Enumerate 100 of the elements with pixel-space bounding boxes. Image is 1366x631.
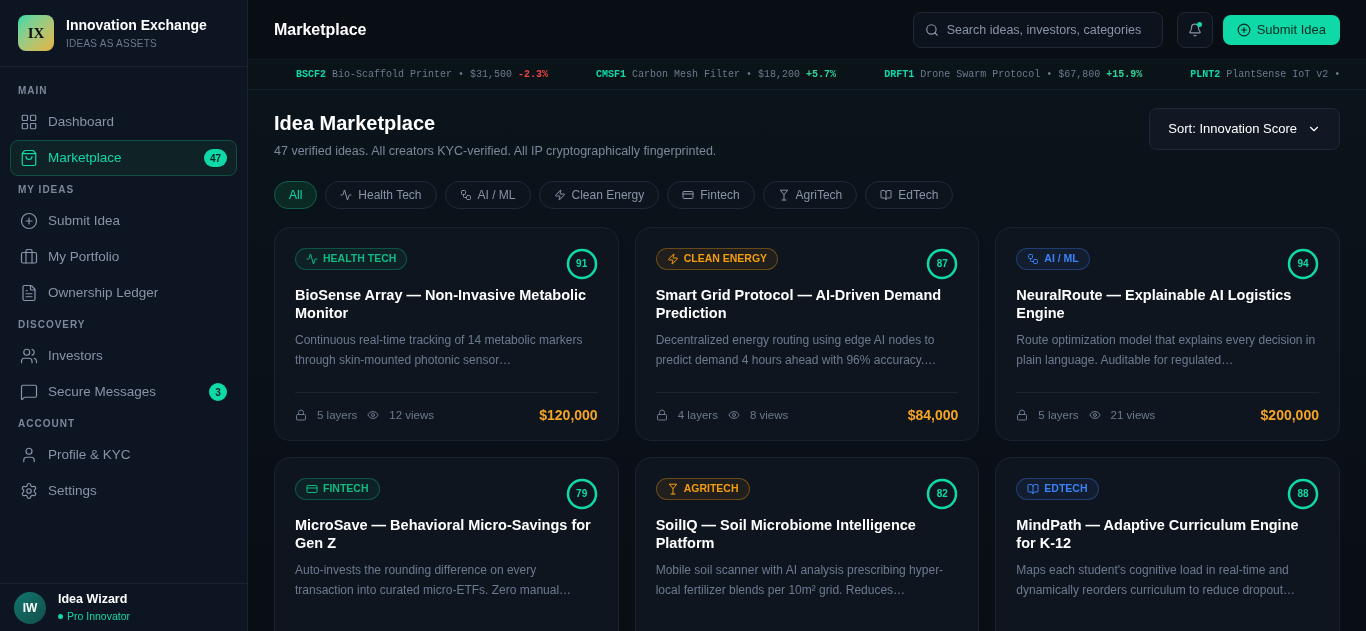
category-tag: CLEAN ENERGY <box>655 247 779 270</box>
filter-chip[interactable]: EdTech <box>865 180 954 209</box>
score-value: 79 <box>576 488 588 499</box>
grid-icon <box>20 113 38 131</box>
idea-title: NeuralRoute — Explainable AI Logistics Engine <box>1016 285 1293 322</box>
nodes-icon <box>459 188 472 201</box>
header-title: Marketplace <box>274 19 368 40</box>
idea-title: MindPath — Adaptive Curriculum Engine for K-12 <box>1016 515 1300 552</box>
ticker-detail: Drone Swarm Protocol • $67,800 <box>920 68 1101 82</box>
ticker-detail: Bio-Scaffold Printer • $31,500 <box>332 68 513 82</box>
filter-chip[interactable]: AgriTech <box>762 180 858 209</box>
score-ring-icon <box>1287 477 1319 510</box>
score-ring-icon <box>1287 247 1319 280</box>
views-count: 12 views <box>389 407 436 423</box>
document-icon <box>20 284 38 302</box>
idea-description: Route optimization model that explains every decision in plain language. Auditable for regulated… <box>1016 331 1317 369</box>
idea-card[interactable]: AI / ML 94 NeuralRoute — Explainable AI Logistics Engine Route optimization model that explains every decision in plain language. Auditable for regulated… 5 layers 21 views $200,000 <box>995 226 1340 441</box>
goblet-icon <box>666 482 679 495</box>
page-subtitle: 47 verified ideas. All creators KYC-verified. All IP cryptographically fingerprinted. <box>274 143 718 160</box>
filter-chip[interactable]: Clean Energy <box>538 180 660 209</box>
idea-card[interactable]: EDTECH 88 MindPath — Adaptive Curriculum Engine for K-12 Maps each student's cognitive load in real-time and dynamically reorders curriculum to reduce dropout… <box>995 456 1340 631</box>
nav-label: Profile & KYC <box>48 445 132 464</box>
ticker-code: DRFT1 <box>884 68 915 82</box>
ticker-code: BSCF2 <box>296 68 326 82</box>
idea-title: Smart Grid Protocol — AI-Driven Demand Prediction <box>655 285 943 322</box>
card-icon <box>306 482 318 495</box>
goblet-icon <box>777 188 790 201</box>
views-count: 21 views <box>1110 407 1157 423</box>
idea-price: $200,000 <box>1260 405 1319 425</box>
nav-label: Investors <box>48 346 104 365</box>
lock-icon <box>655 409 668 422</box>
nodes-icon <box>1027 252 1040 265</box>
filter-chip[interactable]: Health Tech <box>325 180 437 209</box>
sort-dropdown[interactable]: Sort: Innovation Score <box>1149 108 1340 150</box>
section-heading: ACCOUNT <box>17 417 76 431</box>
layers-count: 5 layers <box>317 407 358 423</box>
score-ring-icon <box>926 477 959 510</box>
card-icon <box>682 188 695 201</box>
lock-icon <box>1016 409 1029 422</box>
nav-item[interactable]: Investors <box>10 338 237 374</box>
idea-price: $120,000 <box>539 405 598 425</box>
notifications-button[interactable] <box>1176 11 1213 48</box>
pulse-icon <box>306 252 318 265</box>
nav-label: Ownership Ledger <box>48 283 160 302</box>
avatar: IW <box>14 591 46 624</box>
score-value: 87 <box>936 258 948 269</box>
section-heading: MY IDEAS <box>17 183 76 197</box>
bag-icon <box>20 149 38 167</box>
briefcase-icon <box>20 248 38 266</box>
eye-icon <box>367 409 380 422</box>
nav-item[interactable]: Secure Messages 3 <box>10 374 237 410</box>
idea-title: MicroSave — Behavioral Micro-Savings for Gen Z <box>295 515 592 552</box>
score-value: 88 <box>1297 488 1309 499</box>
idea-description: Auto-invests the rounding difference on every transaction into curated micro-ETFs. Zero manual… <box>295 561 573 599</box>
views-count: 8 views <box>749 407 790 423</box>
idea-description: Continuous real-time tracking of 14 metabolic markers through skin-mounted photonic sensor… <box>295 331 584 369</box>
nav-item[interactable]: Settings <box>10 473 237 509</box>
idea-card[interactable]: CLEAN ENERGY 87 Smart Grid Protocol — AI-Driven Demand Prediction Decentralized energy routing using edge AI nodes to predict demand 4 hours ahead with 96% accuracy.… 4 layers 8 views $84,000 <box>634 226 980 441</box>
ticker-change: +15.9% <box>1106 68 1143 82</box>
submit-idea-button[interactable]: Submit Idea <box>1222 14 1340 45</box>
idea-price: $84,000 <box>907 405 959 425</box>
settings-icon <box>20 482 38 500</box>
plus-circle-icon <box>1236 22 1251 37</box>
idea-card[interactable]: AGRITECH 82 SoilIQ — Soil Microbiome Intelligence Platform Mobile soil scanner with AI analysis prescribing hyper-local fertilizer blends per 10m² grid. Reduces… <box>634 456 980 631</box>
brand-tagline: IDEAS AS ASSETS <box>66 37 158 51</box>
idea-card[interactable]: HEALTH TECH 91 BioSense Array — Non-Invasive Metabolic Monitor Continuous real-time tracking of 14 metabolic markers through skin-mounted photonic sensor… 5 layers 12 views $120,000 <box>274 226 619 441</box>
book-icon <box>1027 482 1040 495</box>
lightning-icon <box>553 188 566 201</box>
score-value: 94 <box>1297 258 1309 269</box>
ticker-detail: PlantSense IoT v2 • <box>1226 68 1341 82</box>
nav-item[interactable]: Ownership Ledger <box>10 275 237 311</box>
book-icon <box>880 188 893 201</box>
score-ring-icon <box>565 247 598 280</box>
filter-chip[interactable]: AI / ML <box>444 180 531 209</box>
lock-icon <box>295 409 307 422</box>
category-tag: FINTECH <box>295 477 380 500</box>
nav-item[interactable]: Profile & KYC <box>10 437 237 473</box>
idea-card[interactable]: FINTECH 79 MicroSave — Behavioral Micro-Savings for Gen Z Auto-invests the rounding difference on every transaction into curated micro-ETFs. Zero manual… <box>274 456 619 631</box>
nav-item[interactable]: Dashboard <box>10 104 237 140</box>
ticker-code: PLNT2 <box>1190 68 1221 82</box>
ticker-change: +5.7% <box>806 68 837 82</box>
eye-icon <box>1088 409 1101 422</box>
count-badge: 47 <box>203 149 227 167</box>
nav-item[interactable]: Marketplace 47 <box>10 140 237 176</box>
nav-item[interactable]: My Portfolio <box>10 239 237 275</box>
search-icon <box>924 22 939 37</box>
filter-chip[interactable]: All <box>274 180 318 209</box>
nav-label: Marketplace <box>48 148 123 167</box>
page-title: Idea Marketplace <box>274 111 437 136</box>
category-tag: EDTECH <box>1016 477 1099 500</box>
nav-label: Submit Idea <box>48 211 122 230</box>
category-tag: AGRITECH <box>655 477 750 500</box>
idea-description: Mobile soil scanner with AI analysis prescribing hyper-local fertilizer blends per 10m² grid. Reduces… <box>655 561 945 599</box>
category-tag: HEALTH TECH <box>295 247 408 270</box>
user-name: Idea Wizard <box>58 591 129 609</box>
idea-title: BioSense Array — Non-Invasive Metabolic Monitor <box>295 285 588 322</box>
nav-item[interactable]: Submit Idea <box>10 203 237 239</box>
search-field[interactable]: Search ideas, investors, categories <box>912 11 1163 48</box>
filter-chip[interactable]: Fintech <box>667 180 755 209</box>
category-tag: AI / ML <box>1016 247 1090 270</box>
